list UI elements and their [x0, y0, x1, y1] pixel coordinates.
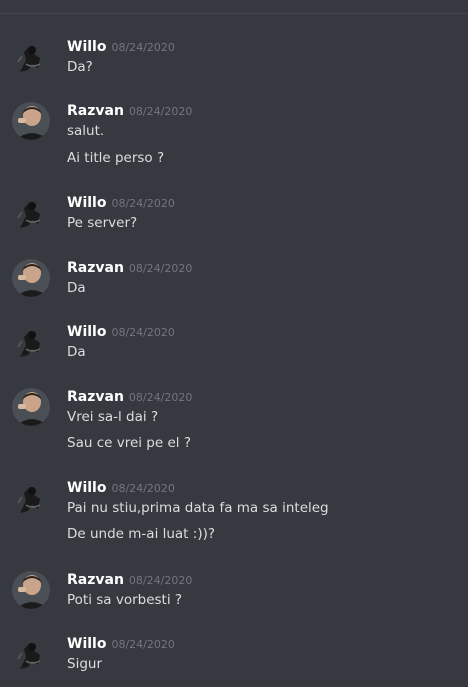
- willo-avatar[interactable]: [12, 479, 50, 517]
- message-author[interactable]: Willo: [67, 39, 106, 55]
- razvan-avatar[interactable]: [12, 571, 50, 609]
- message-text: Da: [67, 280, 86, 296]
- message-text: Pai nu stiu,prima data fa ma sa inteleg: [67, 500, 329, 516]
- message-timestamp: 08/24/2020: [111, 638, 175, 651]
- message-timestamp: 08/24/2020: [111, 326, 175, 339]
- message-timestamp: 08/24/2020: [128, 105, 193, 118]
- message-author[interactable]: Willo: [67, 636, 106, 652]
- message-text: Da?: [67, 59, 93, 75]
- message-timestamp: 08/24/2020: [111, 41, 175, 54]
- message-text: Pe server?: [67, 215, 138, 231]
- message-author[interactable]: Razvan: [67, 103, 124, 119]
- willo-avatar[interactable]: [12, 194, 50, 232]
- message-timestamp: 08/24/2020: [111, 482, 175, 495]
- razvan-avatar[interactable]: [12, 259, 50, 297]
- willo-avatar[interactable]: [12, 635, 50, 673]
- message-author[interactable]: Willo: [67, 195, 106, 211]
- message-text: Sau ce vrei pe el ?: [67, 435, 191, 451]
- message-timestamp: 08/24/2020: [128, 574, 193, 587]
- message-text: Sigur: [67, 656, 102, 672]
- message-timestamp: 08/24/2020: [128, 391, 193, 404]
- chat-message-list: Willo 08/24/2020 Da? Razvan 08/24/2020 sal…: [0, 0, 468, 687]
- message-text: Da: [67, 344, 86, 360]
- message-author[interactable]: Razvan: [67, 572, 124, 588]
- message-text: De unde m-ai luat :))?: [67, 526, 216, 542]
- message-text: salut.: [67, 123, 105, 139]
- message-timestamp: 08/24/2020: [111, 197, 175, 210]
- message-text: Ai title perso ?: [67, 150, 165, 166]
- message-author[interactable]: Razvan: [67, 389, 124, 405]
- message-text: Vrei sa-l dai ?: [67, 409, 159, 425]
- razvan-avatar[interactable]: [12, 388, 50, 426]
- message-author[interactable]: Willo: [67, 324, 106, 340]
- message-text: Poti sa vorbesti ?: [67, 592, 183, 608]
- willo-avatar[interactable]: [12, 38, 50, 76]
- message-author[interactable]: Willo: [67, 480, 106, 496]
- message-timestamp: 08/24/2020: [128, 262, 193, 275]
- top-divider: [0, 13, 468, 14]
- razvan-avatar[interactable]: [12, 102, 50, 140]
- message-author[interactable]: Razvan: [67, 260, 124, 276]
- willo-avatar[interactable]: [12, 323, 50, 361]
